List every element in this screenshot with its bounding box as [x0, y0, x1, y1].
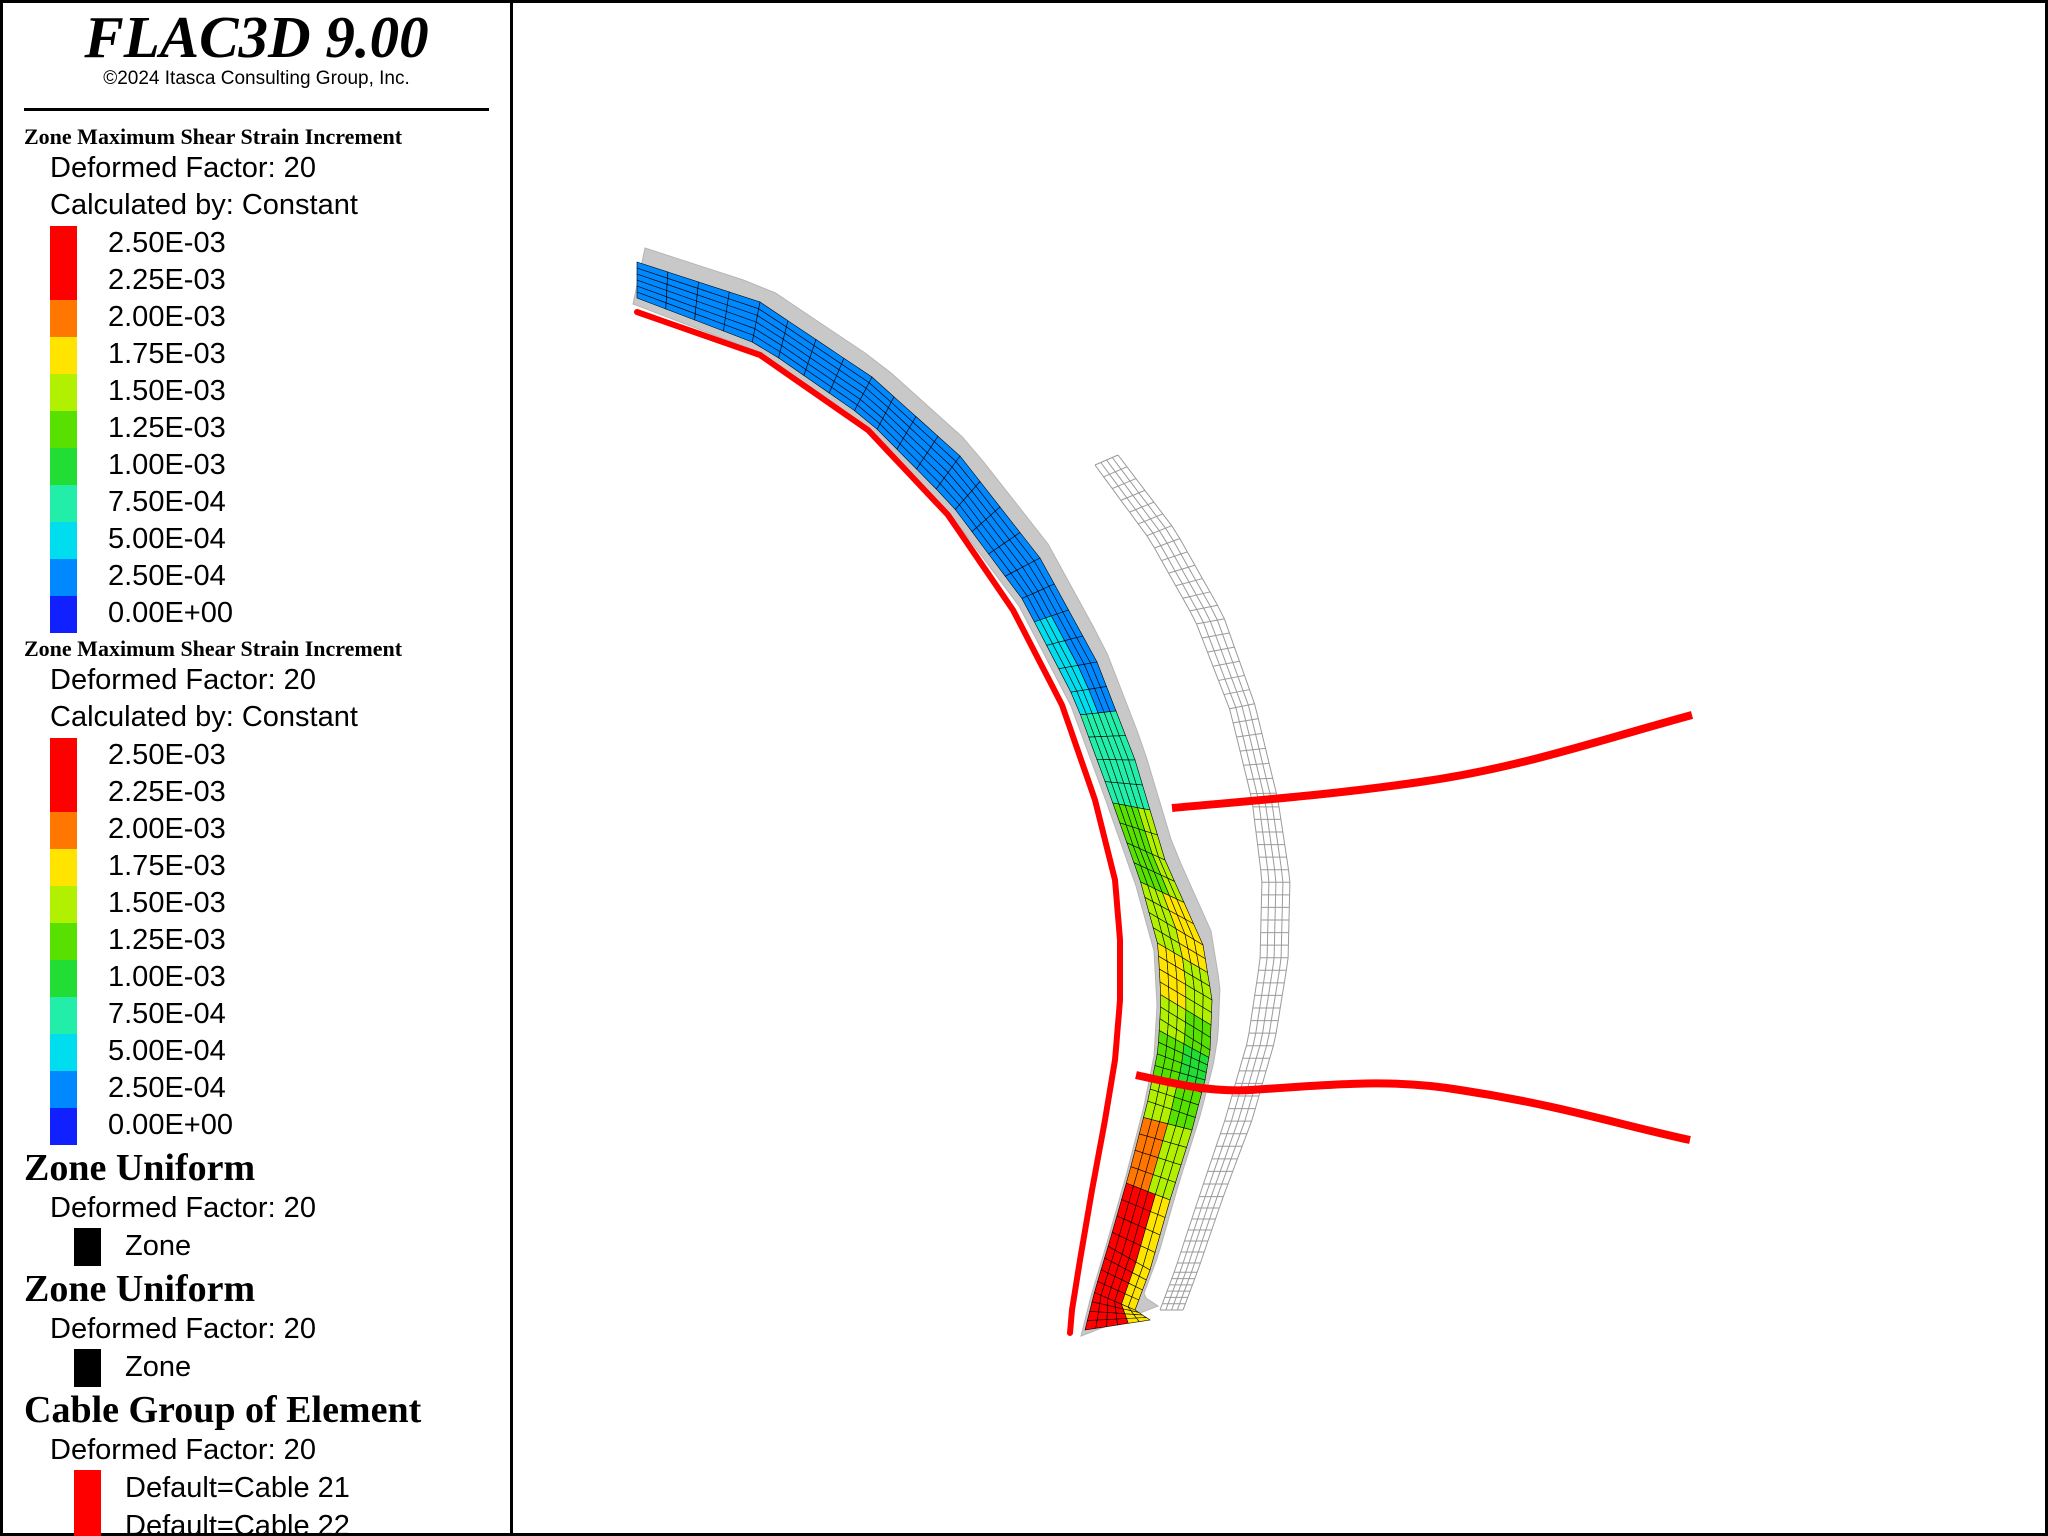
color-swatch — [50, 1108, 77, 1145]
legend-calculated-by: Calculated by: Constant — [50, 701, 358, 733]
scale-value-label: 1.50E-03 — [108, 887, 226, 919]
model-plot[interactable] — [513, 3, 2045, 1533]
legend-title: Zone Uniform — [24, 1268, 256, 1310]
lining-zone — [1095, 1319, 1108, 1329]
color-swatch — [50, 1071, 77, 1108]
legend-deformed-factor: Deformed Factor: 20 — [50, 1192, 316, 1224]
zone-key-swatch — [74, 1228, 101, 1266]
scale-value-label: 0.00E+00 — [108, 597, 233, 629]
scale-value-label: 5.00E-04 — [108, 523, 226, 555]
color-swatch — [50, 522, 77, 559]
color-swatch — [50, 775, 77, 812]
legend-deformed-factor: Deformed Factor: 20 — [50, 1434, 316, 1466]
color-swatch — [50, 448, 77, 485]
lining-zone — [1106, 1312, 1118, 1320]
cable-key-label: Default=Cable 21 — [125, 1472, 350, 1504]
cable-key-label: Default=Cable 22 — [125, 1510, 350, 1536]
color-swatch — [50, 485, 77, 522]
scale-value-label: 1.75E-03 — [108, 338, 226, 370]
scale-value-label: 2.50E-04 — [108, 1072, 226, 1104]
legend-panel: FLAC3D 9.00 ©2024 Itasca Consulting Grou… — [0, 0, 513, 1536]
scale-value-label: 7.50E-04 — [108, 486, 226, 518]
app-title: FLAC3D 9.00 — [84, 4, 429, 70]
color-swatch — [50, 738, 77, 775]
legend-title: Zone Maximum Shear Strain Increment — [24, 636, 403, 661]
legend-title: Cable Group of Element — [24, 1389, 422, 1431]
zone-key-label: Zone — [125, 1351, 192, 1383]
lining-zone — [1135, 1317, 1151, 1323]
zone-key-swatch — [74, 1349, 101, 1387]
lining-zone — [1116, 1318, 1129, 1326]
scale-value-label: 2.25E-03 — [108, 776, 226, 808]
lining-zone — [1106, 1318, 1118, 1328]
lining-zone — [1084, 1319, 1098, 1331]
color-swatch — [50, 923, 77, 960]
liner-cable — [634, 309, 1123, 1336]
color-swatch — [50, 886, 77, 923]
scale-value-label: 2.50E-03 — [108, 227, 226, 259]
legend-deformed-factor: Deformed Factor: 20 — [50, 664, 316, 696]
color-swatch — [50, 812, 77, 849]
color-swatch — [50, 226, 77, 263]
scale-value-label: 5.00E-04 — [108, 1035, 226, 1067]
cable-key-swatch — [74, 1470, 101, 1508]
copyright-text: ©2024 Itasca Consulting Group, Inc. — [103, 68, 410, 89]
scale-value-label: 2.50E-04 — [108, 560, 226, 592]
zone-key-label: Zone — [125, 1230, 192, 1262]
color-swatch — [50, 559, 77, 596]
scale-value-label: 2.00E-03 — [108, 301, 226, 333]
color-swatch — [50, 997, 77, 1034]
scale-value-label: 0.00E+00 — [108, 1109, 233, 1141]
legend-deformed-factor: Deformed Factor: 20 — [50, 1313, 316, 1345]
scale-value-label: 1.00E-03 — [108, 961, 226, 993]
lining-zone — [1098, 1303, 1108, 1313]
scale-value-label: 7.50E-04 — [108, 998, 226, 1030]
cable-22 — [1135, 1071, 1691, 1144]
scale-value-label: 2.50E-03 — [108, 739, 226, 771]
color-swatch — [50, 849, 77, 886]
scale-value-label: 1.25E-03 — [108, 924, 226, 956]
cable-key-swatch — [74, 1508, 101, 1536]
color-swatch — [50, 337, 77, 374]
scale-value-label: 1.50E-03 — [108, 375, 226, 407]
scale-value-label: 1.75E-03 — [108, 850, 226, 882]
legend-title: Zone Maximum Shear Strain Increment — [24, 124, 403, 149]
scale-value-label: 2.25E-03 — [108, 264, 226, 296]
color-swatch — [50, 374, 77, 411]
model-viewport[interactable] — [513, 3, 2045, 1533]
color-swatch — [50, 960, 77, 997]
scale-value-label: 2.00E-03 — [108, 813, 226, 845]
color-swatch — [50, 263, 77, 300]
legend-deformed-factor: Deformed Factor: 20 — [50, 152, 316, 184]
scale-value-label: 1.00E-03 — [108, 449, 226, 481]
lining-zone — [1096, 1311, 1108, 1321]
color-swatch — [50, 1034, 77, 1071]
scale-value-label: 1.25E-03 — [108, 412, 226, 444]
color-swatch — [50, 411, 77, 448]
legend-calculated-by: Calculated by: Constant — [50, 189, 358, 221]
legend-title: Zone Uniform — [24, 1147, 256, 1189]
color-swatch — [50, 596, 77, 633]
color-swatch — [50, 300, 77, 337]
title-divider — [24, 108, 489, 111]
